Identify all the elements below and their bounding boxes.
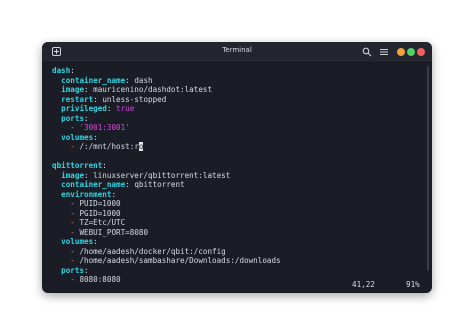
list-value: PUID=1000 [79, 199, 121, 208]
code-line: privileged: true [52, 104, 424, 114]
code-line: container_name: qbittorrent [52, 180, 424, 190]
yaml-key: container_name [61, 180, 126, 189]
yaml-key: environment [61, 189, 112, 199]
code-line: - WEBUI_PORT=8080 [52, 228, 424, 238]
yaml-value: mauricenino/dashdot:latest [88, 85, 213, 94]
code-line: ports: [52, 266, 424, 276]
list-value: TZ=Etc/UTC [79, 218, 126, 227]
code-line: dash: [52, 66, 424, 76]
yaml-key: restart [61, 94, 94, 104]
search-icon[interactable] [362, 47, 372, 57]
yaml-key: dash [52, 66, 71, 75]
window-title: Terminal [222, 46, 252, 54]
code-line: container_name: dash [52, 76, 424, 86]
code-line: - PGID=1000 [52, 209, 424, 219]
yaml-value: qbittorrent [129, 180, 185, 189]
yaml-key: ports [61, 113, 85, 123]
code-line: - '3001:3001' [52, 123, 424, 133]
yaml-key: volumes [61, 237, 94, 246]
yaml-key: privileged [61, 104, 107, 113]
scrollbar[interactable] [427, 66, 429, 271]
maximize-icon[interactable] [407, 48, 415, 56]
yaml-key: image [61, 170, 85, 180]
list-value: WEBUI_PORT=8080 [79, 227, 149, 237]
code-line: ports: [52, 114, 424, 124]
yaml-value: unless-stopped [97, 94, 167, 104]
yaml-separator: : [93, 237, 98, 246]
editor-content[interactable]: dash: container_name: dash image: mauric… [52, 66, 424, 284]
yaml-key: qbittorrent [52, 161, 103, 170]
terminal-window: Terminal dash: container_name: dash imag… [42, 42, 432, 293]
scroll-percent: 91% [406, 280, 420, 289]
list-value: /home/aadesh/sambashare/Downloads:/downl… [79, 256, 281, 265]
list-value: /:/mnt/host:r [79, 142, 139, 151]
yaml-separator: : [111, 189, 117, 199]
close-icon[interactable] [417, 48, 425, 56]
yaml-separator: : [70, 66, 75, 75]
menu-icon[interactable] [379, 47, 389, 57]
yaml-value: linuxserver/qbittorrent:latest [88, 170, 231, 180]
yaml-separator: : [102, 161, 107, 170]
title-bar: Terminal [42, 42, 432, 63]
code-line: - PUID=1000 [52, 199, 424, 209]
minimize-icon[interactable] [397, 48, 405, 56]
list-value: /home/aadesh/docker/qbit:/config [79, 246, 226, 256]
code-line: image: linuxserver/qbittorrent:latest [52, 171, 424, 181]
yaml-key: volumes [61, 132, 94, 142]
code-line: - /:/mnt/host:ro [52, 142, 424, 152]
text-cursor: o [138, 142, 144, 151]
code-line: volumes: [52, 237, 424, 247]
yaml-value: dash [129, 75, 153, 85]
list-value: '3001:3001' [79, 123, 130, 132]
code-line: - TZ=Etc/UTC [52, 218, 424, 228]
code-line: environment: [52, 190, 424, 200]
code-line: volumes: [52, 133, 424, 143]
code-line: restart: unless-stopped [52, 95, 424, 105]
cursor-position: 41,22 [352, 280, 375, 289]
code-line: - /home/aadesh/sambashare/Downloads:/dow… [52, 256, 424, 266]
yaml-separator: : [84, 113, 89, 123]
yaml-key: ports [61, 265, 85, 275]
list-value: PGID=1000 [79, 208, 121, 218]
yaml-value: true [111, 104, 135, 113]
code-line: image: mauricenino/dashdot:latest [52, 85, 424, 95]
yaml-key: image [61, 85, 85, 94]
code-line: qbittorrent: [52, 161, 424, 171]
yaml-separator: : [84, 265, 89, 275]
yaml-key: container_name [61, 75, 126, 85]
status-line: 41,22 91% [52, 280, 424, 290]
yaml-separator: : [93, 132, 98, 142]
code-line: - /home/aadesh/docker/qbit:/config [52, 247, 424, 257]
